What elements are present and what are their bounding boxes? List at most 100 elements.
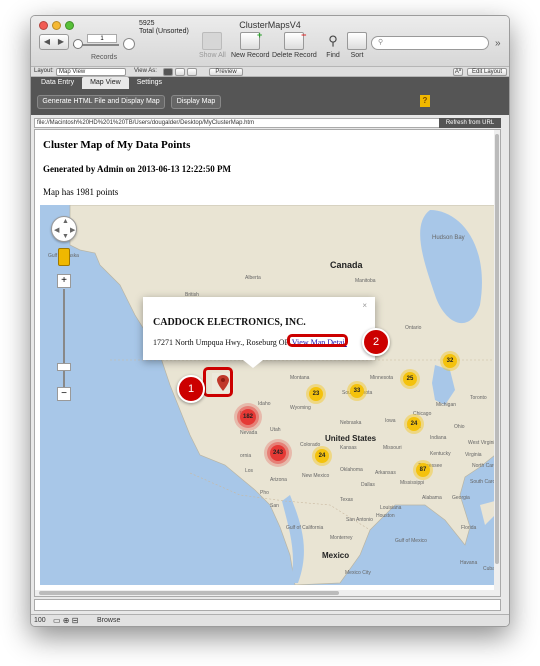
mode-label: Browse — [97, 617, 121, 624]
horizontal-scrollbar[interactable] — [35, 590, 500, 596]
map-label-oklahoma: Oklahoma — [340, 467, 363, 473]
previous-record-icon[interactable]: ◀ — [40, 35, 54, 49]
vertical-scroll-thumb[interactable] — [495, 134, 499, 564]
cluster-count: 32 — [446, 358, 454, 364]
zoom-level[interactable]: 100 — [34, 617, 46, 624]
cluster-count: 87 — [419, 467, 427, 473]
horizontal-scroll-thumb[interactable] — [39, 591, 339, 595]
map-label-indiana: Indiana — [430, 435, 447, 441]
vertical-scrollbar[interactable] — [494, 130, 500, 596]
slider-knob[interactable] — [73, 39, 83, 49]
map-label-missouri: Missouri — [383, 445, 402, 451]
pan-left-icon[interactable]: ◀ — [54, 226, 59, 234]
info-window-tail — [243, 360, 263, 368]
cluster-count: 24 — [318, 453, 326, 459]
map-label-florida: Florida — [461, 525, 477, 531]
display-map-button[interactable]: Display Map — [171, 95, 221, 109]
map-label-alabama: Alabama — [422, 495, 442, 501]
web-viewer[interactable]: Cluster Map of My Data Points Generated … — [34, 129, 501, 597]
pan-up-icon[interactable]: ▲ — [62, 218, 69, 225]
map-label-monterrey: Monterrey — [330, 535, 353, 541]
callout-badge-1: 1 — [177, 375, 205, 403]
callout-badge-2: 2 — [362, 328, 390, 356]
cluster-marker[interactable]: 243 — [270, 445, 286, 461]
map-label-iowa: Iowa — [385, 418, 396, 424]
map-label-mexico: Mexico — [322, 551, 350, 560]
map-label-houston: Houston — [376, 513, 395, 519]
callout-box-2 — [287, 334, 348, 347]
map-label-alberta: Alberta — [245, 275, 261, 281]
view-as-label: View As: — [134, 68, 157, 74]
map-label-mississippi: Mississippi — [400, 480, 425, 486]
next-record-icon[interactable]: ▶ — [54, 35, 68, 49]
map-label-hudson-bay: Hudson Bay — [432, 235, 465, 241]
cluster-marker[interactable]: 32 — [443, 354, 457, 368]
tab-settings[interactable]: Settings — [129, 77, 170, 89]
map-label-chicago: Chicago — [413, 411, 432, 417]
find-button[interactable]: ⚲ Find — [323, 32, 343, 59]
sort-button[interactable]: Sort — [347, 32, 367, 59]
map-canvas[interactable] — [40, 205, 495, 585]
cluster-marker[interactable]: 87 — [416, 463, 430, 477]
cluster-map[interactable]: Canada United States Mexico Hudson Bay Gulf … — [40, 205, 495, 585]
bottom-field[interactable] — [34, 599, 501, 611]
map-label-kansas: Kansas — [340, 445, 357, 451]
show-all-button[interactable]: Show All — [199, 32, 226, 59]
records-label: Records — [91, 54, 118, 61]
font-size-button[interactable]: Aª — [453, 68, 463, 76]
zoom-slider-track[interactable] — [63, 289, 65, 387]
new-record-icon: + — [240, 30, 262, 50]
map-label-ornia: ornia — [240, 453, 252, 459]
preview-button[interactable]: Preview — [209, 68, 243, 76]
callout-box-1 — [203, 367, 233, 397]
map-label-west-virginia: West Virginia — [468, 440, 495, 446]
info-window-close-icon[interactable]: × — [362, 301, 367, 310]
cluster-marker[interactable]: 24 — [315, 449, 329, 463]
pan-control[interactable]: ▲ ▼ ◀ ▶ — [51, 216, 77, 242]
zoom-slider-handle[interactable] — [57, 363, 71, 371]
zoom-out-icon[interactable]: − — [57, 387, 71, 401]
tab-map-view[interactable]: Map View — [82, 77, 129, 89]
map-label-arizona: Arizona — [270, 477, 287, 483]
cluster-marker[interactable]: 24 — [407, 417, 421, 431]
cluster-count: 182 — [242, 414, 253, 420]
generate-html-button[interactable]: Generate HTML File and Display Map — [37, 95, 165, 109]
sort-icon — [347, 32, 367, 50]
new-record-button[interactable]: + New Record — [231, 30, 270, 59]
zoom-icon[interactable]: ▭ ⊕ ⊟ — [53, 616, 78, 625]
form-view-icon[interactable] — [163, 68, 173, 76]
info-window-title: CADDOCK ELECTRONICS, INC. — [153, 317, 306, 328]
street-view-pegman-icon[interactable] — [58, 248, 70, 266]
cluster-marker[interactable]: 33 — [350, 384, 364, 398]
quick-find-input[interactable]: ⚲ — [371, 36, 489, 50]
map-label-nebraska: Nebraska — [340, 420, 362, 426]
cluster-marker[interactable]: 25 — [403, 372, 417, 386]
map-label-united-states: United States — [325, 434, 377, 443]
refresh-from-url-button[interactable]: Refresh from URL — [439, 118, 501, 128]
generated-subtitle: Generated by Admin on 2013-06-13 12:22:5… — [43, 164, 231, 174]
edit-layout-button[interactable]: Edit Layout — [467, 68, 507, 76]
map-label-colorado: Colorado — [300, 442, 321, 448]
map-label-toronto: Toronto — [470, 395, 487, 401]
url-field[interactable]: file://Macintosh%20HD%201%20TB/Users/dou… — [34, 118, 501, 128]
zoom-in-icon[interactable]: + — [57, 274, 71, 288]
show-all-label: Show All — [199, 52, 226, 59]
tab-bar: Data Entry Map View Settings — [31, 77, 509, 89]
record-slider[interactable]: 1 — [73, 34, 119, 49]
current-record-field[interactable]: 1 — [87, 34, 117, 43]
map-label-ohio: Ohio — [454, 424, 465, 430]
info-window: × CADDOCK ELECTRONICS, INC. 17271 North … — [143, 297, 375, 368]
cluster-marker[interactable]: 23 — [309, 387, 323, 401]
help-icon[interactable]: ? — [420, 95, 430, 107]
list-view-icon[interactable] — [175, 68, 185, 76]
layout-select[interactable]: Map View — [56, 68, 126, 76]
map-label-havana: Havana — [460, 560, 478, 566]
pan-right-icon[interactable]: ▶ — [70, 226, 75, 234]
cluster-marker[interactable]: 182 — [240, 409, 256, 425]
delete-record-button[interactable]: − Delete Record — [272, 30, 317, 59]
table-view-icon[interactable] — [187, 68, 197, 76]
toolbar-overflow-icon[interactable]: » — [495, 38, 501, 49]
tab-data-entry[interactable]: Data Entry — [33, 77, 82, 89]
pan-down-icon[interactable]: ▼ — [62, 233, 69, 240]
delete-record-label: Delete Record — [272, 52, 317, 59]
